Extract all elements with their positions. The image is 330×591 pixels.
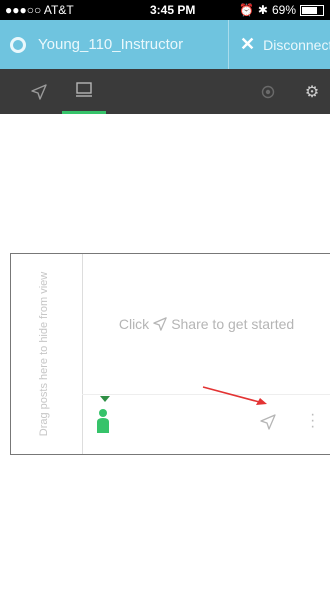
post-card: Click Share to get started · · · — [82, 254, 330, 454]
alarm-icon: ⏰ — [238, 3, 254, 17]
close-icon: ✕ — [240, 34, 256, 54]
share-button[interactable] — [260, 414, 276, 430]
settings-gear-icon: ⚙ — [304, 83, 320, 101]
record-icon — [261, 85, 275, 98]
session-ring-icon — [10, 36, 26, 53]
hide-hint-label: Drag posts here to hide from view — [38, 271, 50, 437]
session-header: Young_110_Instructor ✕ Disconnect — [0, 20, 330, 69]
settings-button[interactable]: ⚙ — [300, 69, 324, 114]
header-divider — [228, 20, 229, 69]
disconnect-button[interactable]: ✕ Disconnect — [240, 20, 330, 69]
placeholder-text-end: Share to get started — [171, 316, 295, 332]
tab-screen[interactable] — [62, 69, 106, 114]
posts-panel: Drag posts here to hide from view Click … — [10, 253, 330, 455]
disconnect-label: Disconnect — [263, 36, 330, 53]
caret-down-icon — [100, 396, 110, 402]
battery-percent: 69% — [271, 3, 296, 17]
share-tab-icon — [31, 83, 47, 100]
tab-share[interactable] — [24, 69, 54, 114]
toolbar: ⚙ — [0, 69, 330, 114]
carrier-signal: ●●●○○ AT&T — [5, 3, 74, 17]
status-right: ⏰ ✱ 69% — [239, 3, 324, 17]
placeholder-text-start: Click — [118, 316, 150, 332]
empty-placeholder: Click Share to get started — [82, 254, 330, 395]
battery-icon — [300, 4, 324, 16]
record-button[interactable] — [256, 69, 280, 114]
inline-share-icon — [153, 317, 167, 331]
bluetooth-icon: ✱ — [257, 3, 268, 17]
session-name: Young_110_Instructor — [38, 36, 184, 53]
status-bar: ●●●○○ AT&T 3:45 PM ⏰ ✱ 69% — [0, 0, 330, 20]
more-options-icon[interactable]: · · · — [310, 407, 315, 435]
annotation-arrow — [202, 386, 267, 405]
person-icon[interactable] — [96, 408, 110, 434]
session-selector[interactable]: Young_110_Instructor — [10, 20, 183, 69]
hide-drop-zone[interactable]: Drag posts here to hide from view — [11, 254, 83, 454]
screen-tab-icon — [76, 82, 92, 97]
status-time: 3:45 PM — [150, 3, 196, 17]
